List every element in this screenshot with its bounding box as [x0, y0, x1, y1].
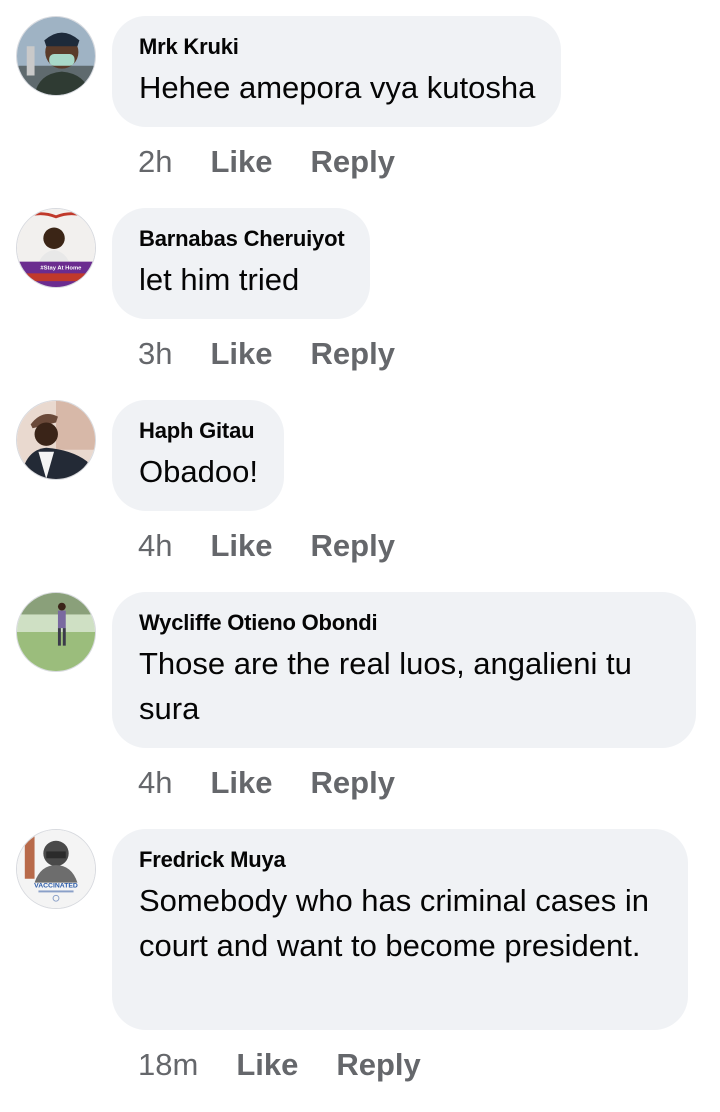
avatar[interactable]: [16, 16, 96, 96]
avatar[interactable]: VACCINATED: [16, 829, 96, 909]
comment-timestamp[interactable]: 4h: [138, 526, 172, 566]
avatar-caption: #Stay At Home: [40, 265, 82, 271]
comment-bubble: Fredrick Muya Somebody who has criminal …: [112, 829, 688, 1030]
comment-author[interactable]: Mrk Kruki: [139, 34, 535, 60]
comment-text: Those are the real luos, angalieni tu su…: [139, 646, 632, 726]
like-button[interactable]: Like: [210, 334, 272, 374]
profile-photo-icon: [17, 17, 95, 95]
avatar[interactable]: #Stay At Home: [16, 208, 96, 288]
comment-actions: 3h Like Reply: [138, 334, 395, 374]
like-button[interactable]: Like: [236, 1045, 298, 1085]
profile-photo-icon: [17, 593, 95, 671]
profile-photo-icon: #Stay At Home: [17, 209, 95, 287]
like-button[interactable]: Like: [210, 763, 272, 803]
comment-bubble: Haph Gitau Obadoo!: [112, 400, 284, 511]
avatar[interactable]: [16, 592, 96, 672]
like-button[interactable]: Like: [210, 526, 272, 566]
comment-actions: 18m Like Reply: [138, 1045, 421, 1085]
comment-timestamp[interactable]: 4h: [138, 763, 172, 803]
avatar[interactable]: [16, 400, 96, 480]
like-button[interactable]: Like: [210, 142, 272, 182]
comment-actions: 4h Like Reply: [138, 763, 395, 803]
comment-timestamp[interactable]: 2h: [138, 142, 172, 182]
reply-button[interactable]: Reply: [311, 526, 395, 566]
reply-button[interactable]: Reply: [311, 334, 395, 374]
comment-author[interactable]: Haph Gitau: [139, 418, 258, 444]
comment-actions: 2h Like Reply: [138, 142, 395, 182]
comment-author[interactable]: Barnabas Cheruiyot: [139, 226, 345, 252]
profile-photo-icon: VACCINATED: [17, 830, 95, 908]
comment-actions: 4h Like Reply: [138, 526, 395, 566]
reply-button[interactable]: Reply: [311, 763, 395, 803]
comment-bubble: Wycliffe Otieno Obondi Those are the rea…: [112, 592, 696, 748]
comment-bubble: Mrk Kruki Hehee amepora vya kutosha: [112, 16, 562, 127]
comment-timestamp[interactable]: 18m: [138, 1045, 198, 1085]
avatar-caption: VACCINATED: [34, 883, 78, 890]
comment-author[interactable]: Wycliffe Otieno Obondi: [139, 610, 670, 636]
comment-timestamp[interactable]: 3h: [138, 334, 172, 374]
profile-photo-icon: [17, 401, 95, 479]
reply-button[interactable]: Reply: [336, 1045, 420, 1085]
comment-author[interactable]: Fredrick Muya: [139, 847, 662, 873]
comment-text: Obadoo!: [139, 454, 258, 489]
reply-button[interactable]: Reply: [311, 142, 395, 182]
comment-text: Hehee amepora vya kutosha: [139, 70, 536, 105]
comment-text: Somebody who has criminal cases in court…: [139, 883, 650, 963]
comment-text: let him tried: [139, 262, 300, 297]
comment-bubble: Barnabas Cheruiyot let him tried: [112, 208, 371, 319]
